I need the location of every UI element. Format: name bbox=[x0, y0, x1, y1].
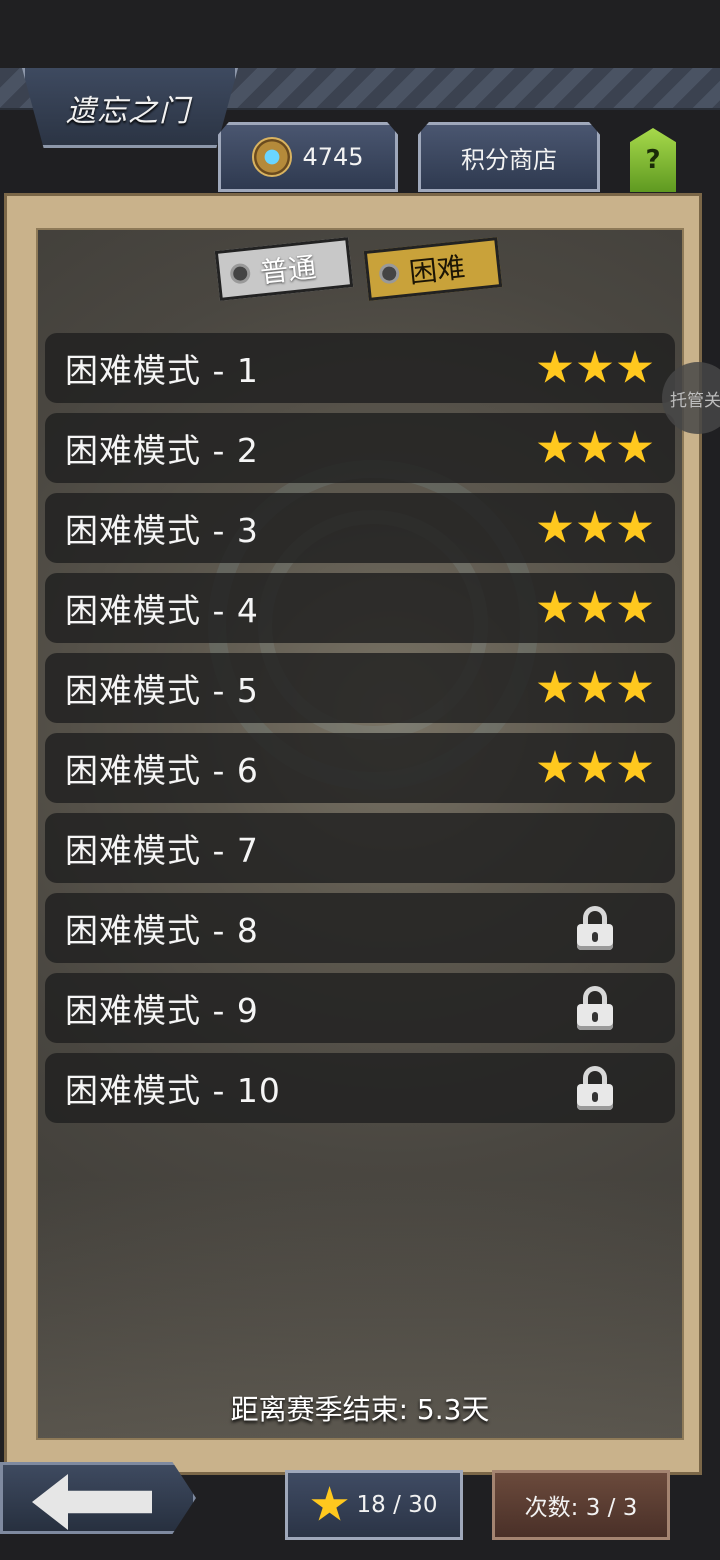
star-rating bbox=[537, 670, 653, 706]
level-name: 困难模式 - 4 bbox=[65, 591, 259, 630]
level-name: 困难模式 - 5 bbox=[65, 671, 259, 710]
star-icon bbox=[311, 1486, 348, 1521]
level-row[interactable]: 困难模式 - 4 bbox=[45, 573, 675, 643]
level-row: 困难模式 - 9 bbox=[45, 973, 675, 1043]
lock-icon bbox=[577, 906, 613, 950]
star-icon bbox=[537, 510, 573, 543]
level-name: 困难模式 - 2 bbox=[65, 431, 259, 470]
level-row[interactable]: 困难模式 - 2 bbox=[45, 413, 675, 483]
star-progress-value: 18 / 30 bbox=[356, 1492, 438, 1518]
lock-icon bbox=[577, 1066, 613, 1110]
shop-button[interactable]: 积分商店 bbox=[418, 122, 600, 192]
attempts-value: 次数: 3 / 3 bbox=[524, 1495, 638, 1521]
currency-display: 4745 bbox=[218, 122, 398, 192]
star-icon bbox=[577, 350, 613, 383]
currency-value: 4745 bbox=[302, 143, 364, 171]
star-rating bbox=[537, 430, 653, 466]
star-icon bbox=[617, 590, 653, 623]
star-icon bbox=[617, 350, 653, 383]
star-icon bbox=[577, 430, 613, 463]
level-row: 困难模式 - 8 bbox=[45, 893, 675, 963]
level-row: 困难模式 - 10 bbox=[45, 1053, 675, 1123]
attempts-counter: 次数: 3 / 3 bbox=[492, 1470, 670, 1540]
level-row[interactable]: 困难模式 - 3 bbox=[45, 493, 675, 563]
star-rating bbox=[537, 590, 653, 626]
star-icon bbox=[617, 430, 653, 463]
help-icon: ? bbox=[645, 145, 661, 175]
level-name: 困难模式 - 3 bbox=[65, 511, 259, 550]
level-row[interactable]: 困难模式 - 7 bbox=[45, 813, 675, 883]
star-icon bbox=[537, 430, 573, 463]
lock-icon bbox=[577, 986, 613, 1030]
star-rating bbox=[537, 350, 653, 386]
star-icon bbox=[617, 750, 653, 783]
help-button[interactable]: ? bbox=[630, 128, 676, 192]
radio-dot-icon bbox=[229, 262, 252, 285]
radio-dot-icon bbox=[378, 262, 401, 285]
star-icon bbox=[537, 350, 573, 383]
star-rating bbox=[537, 750, 653, 786]
level-name: 困难模式 - 1 bbox=[65, 351, 259, 390]
level-row[interactable]: 困难模式 - 6 bbox=[45, 733, 675, 803]
status-bar bbox=[0, 0, 720, 68]
star-icon bbox=[577, 510, 613, 543]
season-countdown: 距离赛季结束: 5.3天 bbox=[230, 1393, 490, 1426]
star-rating bbox=[537, 510, 653, 546]
star-icon bbox=[617, 670, 653, 703]
level-name: 困难模式 - 8 bbox=[65, 911, 259, 950]
level-name: 困难模式 - 6 bbox=[65, 751, 259, 790]
gem-medal-icon bbox=[252, 137, 293, 177]
star-icon bbox=[577, 670, 613, 703]
tab-hard-label: 困难 bbox=[407, 250, 467, 290]
level-name: 困难模式 - 10 bbox=[65, 1071, 281, 1110]
level-name: 困难模式 - 7 bbox=[65, 831, 259, 870]
level-row[interactable]: 困难模式 - 1 bbox=[45, 333, 675, 403]
tab-normal-label: 普通 bbox=[258, 250, 318, 290]
level-name: 困难模式 - 9 bbox=[65, 991, 259, 1030]
star-icon bbox=[537, 750, 573, 783]
star-icon bbox=[537, 670, 573, 703]
star-icon bbox=[617, 510, 653, 543]
level-row[interactable]: 困难模式 - 5 bbox=[45, 653, 675, 723]
auto-battle-label: 托管关 bbox=[670, 390, 720, 411]
star-icon bbox=[577, 750, 613, 783]
page-title: 遗忘之门 bbox=[66, 94, 190, 129]
star-progress: 18 / 30 bbox=[285, 1470, 463, 1540]
star-icon bbox=[577, 590, 613, 623]
shop-button-label: 积分商店 bbox=[461, 145, 557, 174]
star-icon bbox=[537, 590, 573, 623]
